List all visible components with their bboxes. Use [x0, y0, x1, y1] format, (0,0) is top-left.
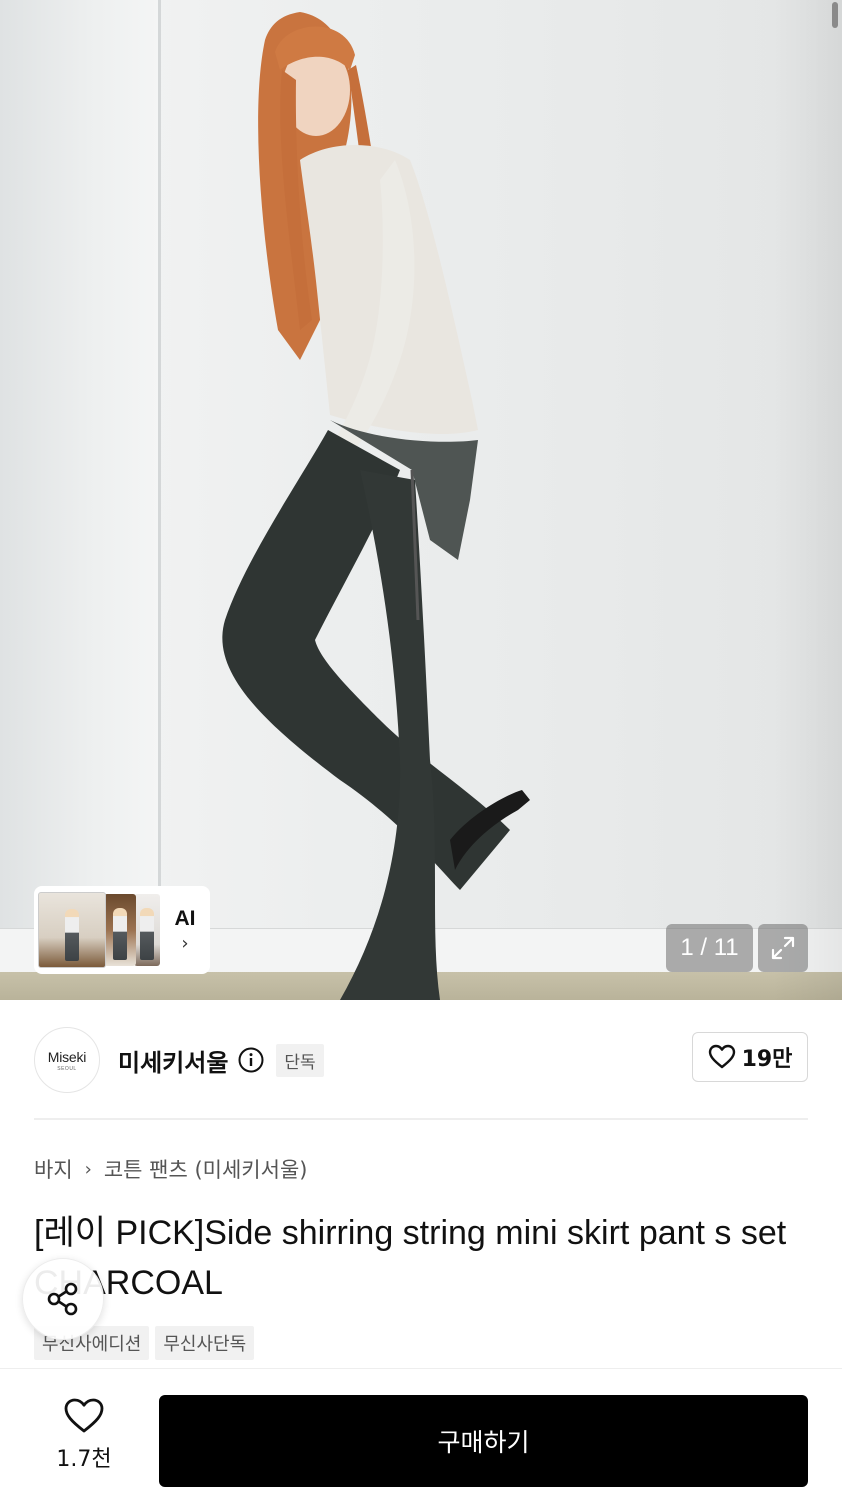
- heart-icon: [708, 1044, 735, 1069]
- chevron-right-icon: ›: [84, 1158, 92, 1180]
- scrollbar[interactable]: [832, 2, 838, 28]
- brand-name[interactable]: 미세키서울: [118, 1043, 228, 1078]
- brand-logo-subtext: SEOUL: [57, 1065, 77, 1072]
- ai-thumbnails: [38, 890, 164, 970]
- expand-button[interactable]: [758, 924, 808, 972]
- thumbnail-3: [134, 894, 160, 966]
- product-title: [레이 PICK]Side shirring string mini skirt…: [34, 1214, 787, 1302]
- thumbnail-2: [104, 894, 136, 966]
- breadcrumb: 바지 › 코튼 팬츠 (미세키서울): [34, 1154, 307, 1184]
- brand-row: Miseki SEOUL 미세키서울 단독 19만: [34, 1026, 808, 1094]
- wish-count: 1.7천: [56, 1447, 112, 1472]
- breadcrumb-item-category[interactable]: 바지: [34, 1154, 73, 1184]
- ai-label: AI: [174, 907, 196, 930]
- heart-icon: [64, 1398, 104, 1433]
- brand-like-count: 19만: [741, 1047, 793, 1072]
- thumbnail-1: [38, 892, 106, 968]
- divider: [34, 1118, 808, 1120]
- brand-logo[interactable]: Miseki SEOUL: [34, 1027, 100, 1093]
- product-image[interactable]: AI › 1 / 11: [0, 0, 842, 1000]
- exclusive-badge: 단독: [276, 1043, 324, 1077]
- buy-button[interactable]: 구매하기: [159, 1395, 808, 1487]
- info-icon[interactable]: [238, 1047, 264, 1073]
- share-button[interactable]: [22, 1258, 104, 1340]
- wish-button[interactable]: 1.7천: [34, 1397, 134, 1481]
- image-counter: 1 / 11: [666, 924, 753, 972]
- bottom-action-bar: 1.7천 구매하기: [0, 1368, 842, 1500]
- chevron-right-icon: ›: [181, 933, 189, 954]
- tag-musinsa-exclusive[interactable]: 무신사단독: [155, 1326, 255, 1360]
- expand-icon: [771, 936, 795, 960]
- breadcrumb-item-subcategory[interactable]: 코튼 팬츠 (미세키서울): [104, 1154, 308, 1184]
- ai-similar-widget[interactable]: AI ›: [34, 886, 210, 974]
- brand-logo-text: Miseki: [47, 1048, 87, 1065]
- brand-like-button[interactable]: 19만: [692, 1032, 808, 1082]
- model-figure: [222, 12, 530, 1000]
- share-icon: [47, 1282, 78, 1316]
